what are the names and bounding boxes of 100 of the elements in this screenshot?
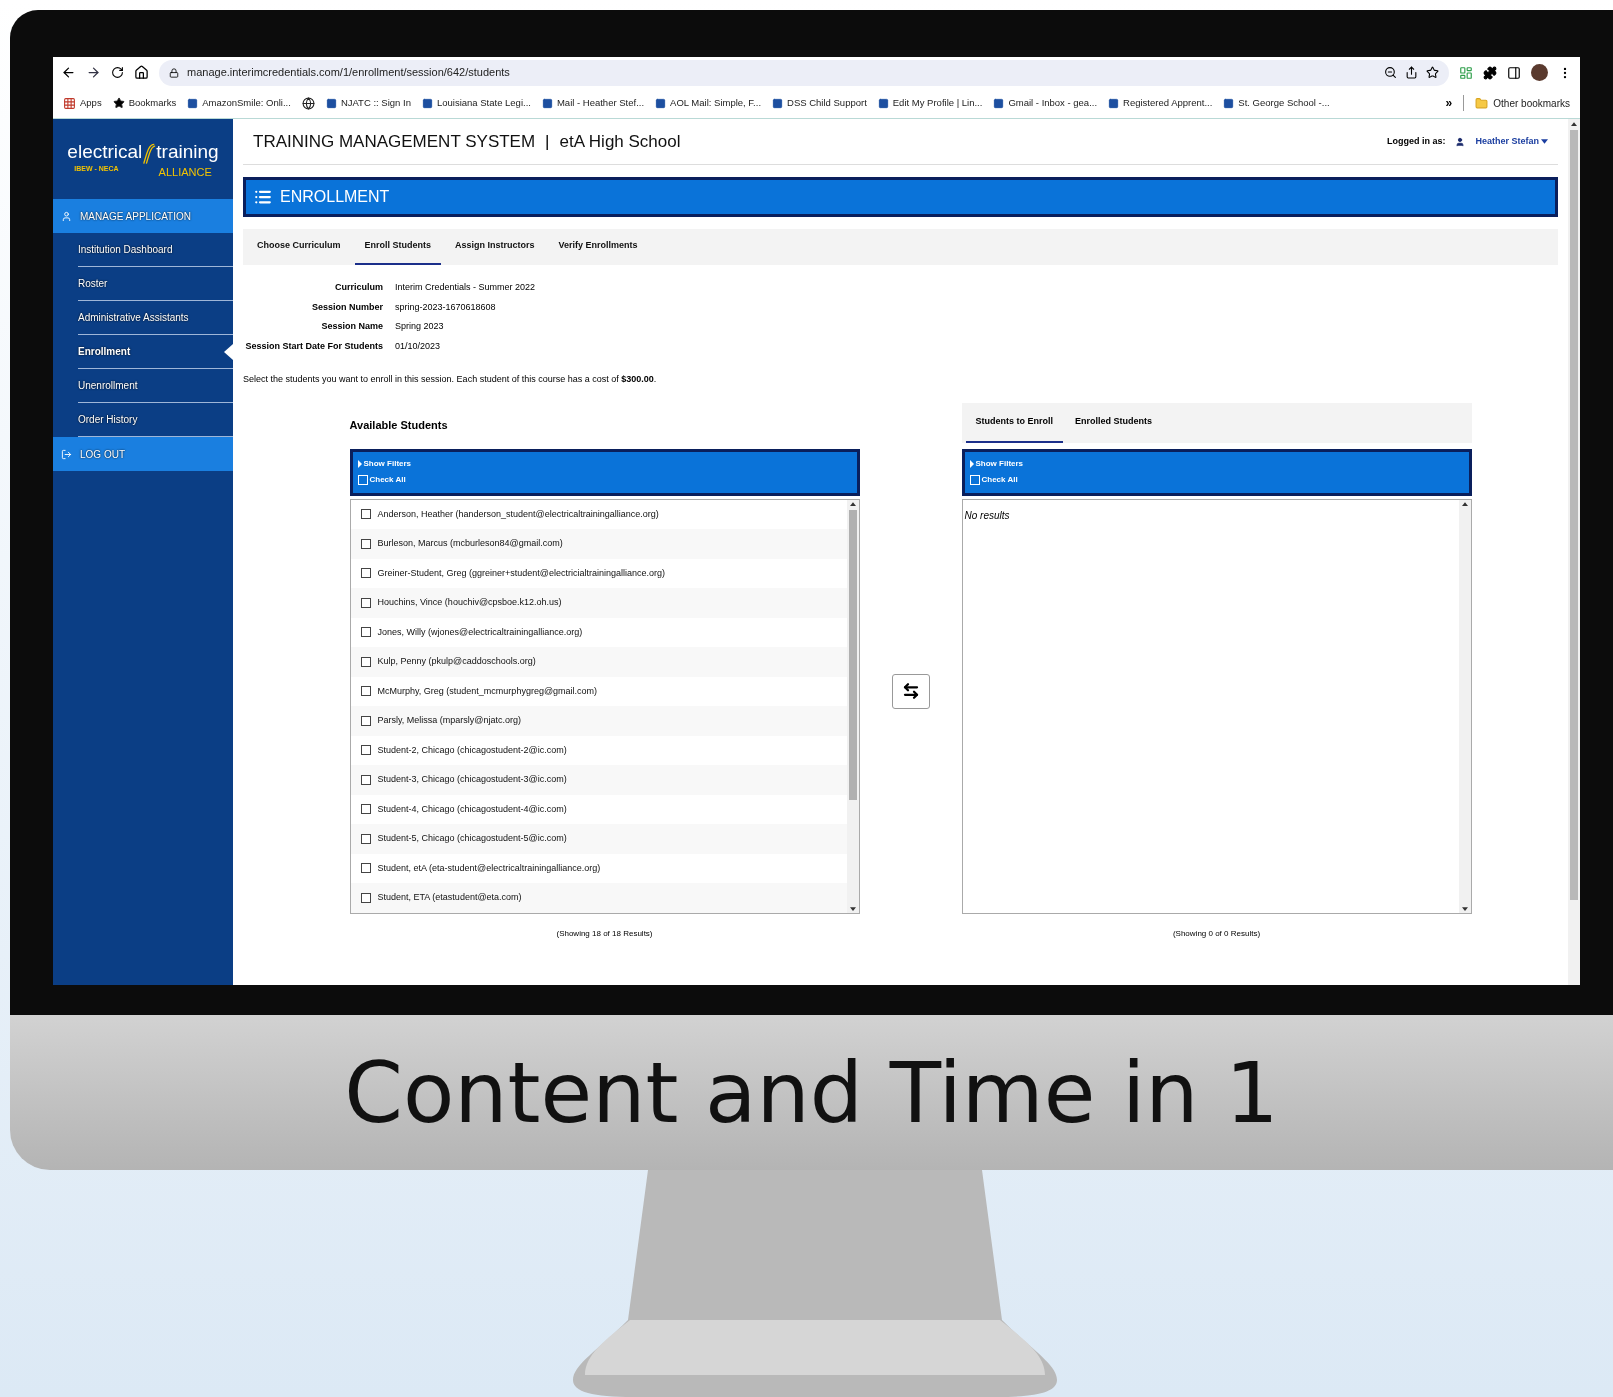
- scroll-up-icon[interactable]: [1461, 501, 1468, 506]
- checkbox[interactable]: [360, 686, 371, 697]
- bookmark-link[interactable]: AOL Mail: Simple, F...: [655, 95, 762, 111]
- show-filters-toggle[interactable]: Show Filters: [357, 457, 412, 470]
- student-label[interactable]: Greiner-Student, Greg (ggreiner+student@electricialtrainingalliance.org): [377, 566, 666, 580]
- student-label[interactable]: Anderson, Heather (handerson_student@electricaltrainingalliance.org): [377, 507, 659, 521]
- check-all-label[interactable]: Check All: [981, 473, 1018, 486]
- star-icon: [112, 97, 125, 109]
- address-bar[interactable]: manage.interimcredentials.com/1/enrollment/session/642/students: [159, 59, 1449, 86]
- checkbox[interactable]: [360, 833, 371, 844]
- bookmark-folder[interactable]: Other bookmarks: [1475, 95, 1570, 111]
- avatar[interactable]: [1531, 64, 1548, 81]
- bookmark-link[interactable]: [301, 96, 315, 110]
- sidebar-link[interactable]: Unenrollment: [78, 369, 233, 403]
- checkbox[interactable]: [360, 804, 371, 815]
- student-label[interactable]: Student, etA (eta-student@electricaltrainingalliance.org): [377, 861, 601, 875]
- reload-icon[interactable]: [111, 66, 124, 79]
- bookmark-link[interactable]: Edit My Profile | Lin...: [877, 95, 983, 111]
- student-label[interactable]: Houchins, Vince (houchiv@cpsboe.k12.oh.us): [377, 596, 562, 610]
- detail-label: Session Name: [320, 320, 383, 333]
- extension-icon[interactable]: [1459, 65, 1473, 80]
- bookmark-link[interactable]: DSS Child Support: [772, 95, 867, 111]
- sidebar-link[interactable]: Administrative Assistants: [78, 301, 233, 335]
- caret-icon: [357, 459, 362, 468]
- bookmark-link[interactable]: Apps: [63, 95, 102, 111]
- square-icon: [421, 97, 433, 109]
- check-all-label[interactable]: Check All: [369, 473, 406, 486]
- student-label[interactable]: Student-4, Chicago (chicagostudent-4@ic.com): [377, 802, 567, 816]
- checkbox[interactable]: [360, 509, 371, 520]
- scrollbar[interactable]: [1458, 499, 1471, 913]
- title-separator: |: [545, 130, 550, 153]
- checkbox[interactable]: [360, 745, 371, 756]
- checkbox[interactable]: [360, 715, 371, 726]
- checkbox[interactable]: [360, 863, 371, 874]
- sidebar-link[interactable]: Roster: [78, 267, 233, 301]
- sidebar-link[interactable]: Institution Dashboard: [78, 233, 233, 267]
- scroll-up-icon[interactable]: [1571, 122, 1577, 126]
- student-label[interactable]: Student-5, Chicago (chicagostudent-5@ic.com): [377, 832, 567, 846]
- bookmarks-overflow[interactable]: »: [1445, 94, 1453, 112]
- user-menu[interactable]: Heather Stefan: [1475, 134, 1548, 149]
- active-pointer: [224, 344, 233, 360]
- detail-label: Curriculum: [334, 281, 383, 294]
- student-label[interactable]: McMurphy, Greg (student_mcmurphygreg@gmail.com): [377, 684, 598, 698]
- bookmark-link[interactable]: Mail - Heather Stef...: [541, 95, 645, 111]
- checkbox[interactable]: [360, 597, 371, 608]
- bookmark-link[interactable]: NJATC :: Sign In: [325, 95, 411, 111]
- apps-grid-icon: [63, 96, 76, 110]
- student-label[interactable]: Jones, Willy (wjones@electricaltrainingalliance.org): [377, 625, 583, 639]
- checkbox[interactable]: [360, 568, 371, 579]
- sidebar-section[interactable]: MANAGE APPLICATION: [53, 199, 233, 233]
- checkbox[interactable]: [360, 774, 371, 785]
- scroll-down-icon[interactable]: [1461, 906, 1468, 911]
- share-icon[interactable]: [1405, 66, 1418, 79]
- star-icon[interactable]: [1426, 66, 1439, 79]
- caption-text: Content and Time in 1: [344, 1042, 1279, 1144]
- step-tab[interactable]: Assign Instructors: [445, 229, 545, 265]
- student-label[interactable]: Student-2, Chicago (chicagostudent-2@ic.com): [377, 743, 567, 757]
- globe-icon: [301, 96, 315, 110]
- instruction-text: Select the students you want to enroll in this session. Each student of this course has a cost of $300.00.: [243, 373, 658, 386]
- zoom-icon[interactable]: [1384, 66, 1397, 79]
- side-panel-icon[interactable]: [1507, 65, 1521, 80]
- checkbox[interactable]: [360, 656, 371, 667]
- step-tab[interactable]: Choose Curriculum: [247, 229, 351, 265]
- scroll-down-icon[interactable]: [849, 906, 856, 911]
- bookmark-link[interactable]: Gmail - Inbox - gea...: [993, 95, 1098, 111]
- checkbox[interactable]: [360, 538, 371, 549]
- empty-message: No results: [964, 509, 1010, 521]
- checkbox[interactable]: [360, 627, 371, 638]
- home-icon[interactable]: [134, 65, 149, 80]
- detail-label: Session Number: [310, 300, 383, 314]
- bookmark-link[interactable]: St. George School -...: [1223, 95, 1330, 111]
- sidebar-link[interactable]: Enrollment: [78, 335, 233, 369]
- step-tab[interactable]: Verify Enrollments: [548, 229, 648, 265]
- student-label[interactable]: Parsly, Melissa (mparsly@njatc.org): [377, 714, 521, 728]
- student-label[interactable]: Kulp, Penny (pkulp@caddoschools.org): [377, 655, 536, 669]
- results-count: (Showing 0 of 0 Results): [1171, 927, 1262, 940]
- scroll-up-icon[interactable]: [849, 501, 856, 506]
- bookmark-link[interactable]: Bookmarks: [112, 95, 177, 111]
- detail-value: 01/10/2023: [395, 339, 442, 353]
- show-filters-toggle[interactable]: Show Filters: [969, 457, 1024, 470]
- forward-icon[interactable]: [86, 65, 101, 80]
- caret-icon: [1541, 139, 1548, 144]
- sidebar-section[interactable]: LOG OUT: [53, 437, 233, 471]
- page-scrollbar[interactable]: [1568, 119, 1580, 985]
- detail-label: Session Start Date For Students: [244, 339, 383, 353]
- back-icon[interactable]: [61, 65, 76, 80]
- detail-value: Interim Credentials - Summer 2022: [395, 281, 537, 294]
- student-label[interactable]: Student, ETA (etastudent@eta.com): [377, 891, 522, 905]
- student-label[interactable]: Student-3, Chicago (chicagostudent-3@ic.com): [377, 773, 567, 787]
- bookmark-link[interactable]: AmazonSmile: Onli...: [187, 95, 291, 111]
- puzzle-icon[interactable]: [1483, 65, 1497, 80]
- transfer-button[interactable]: [891, 673, 930, 709]
- bookmark-link[interactable]: Louisiana State Legi...: [421, 95, 531, 111]
- student-label[interactable]: Burleson, Marcus (mcburleson84@gmail.com): [377, 537, 563, 551]
- panel-tab[interactable]: Enrolled Students: [1065, 402, 1162, 443]
- checkbox[interactable]: [360, 892, 371, 903]
- step-tab[interactable]: Enroll Students: [354, 229, 442, 265]
- panel-tab[interactable]: Students to Enroll: [965, 402, 1063, 443]
- bookmark-link[interactable]: Registered Apprent...: [1108, 95, 1213, 111]
- detail-value: Spring 2023: [395, 320, 445, 333]
